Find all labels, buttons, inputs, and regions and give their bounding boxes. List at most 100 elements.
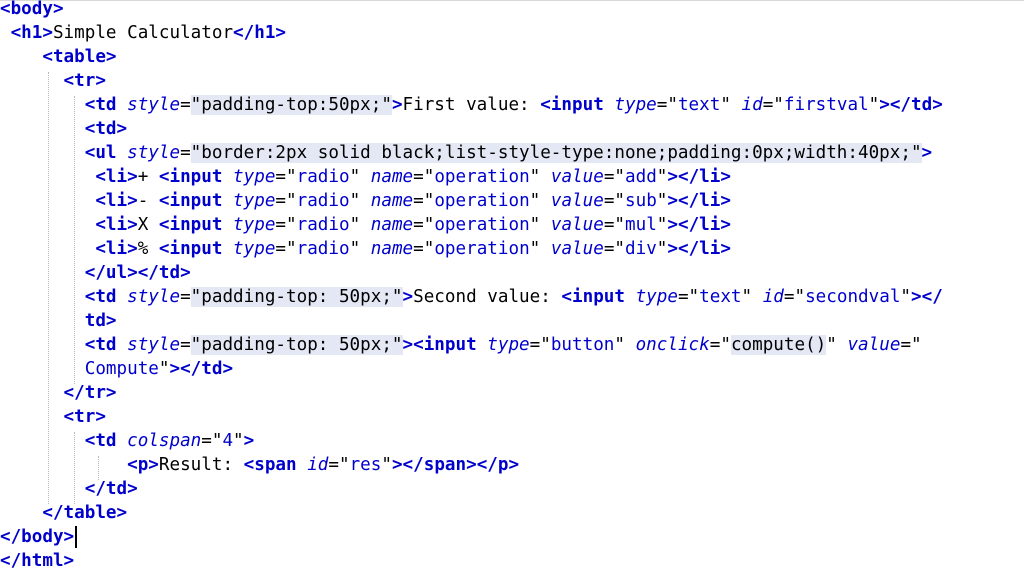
code-tag: <li> — [0, 167, 138, 187]
code-tag: <input — [158, 215, 234, 235]
code-text: =" — [275, 239, 297, 259]
code-value: operation — [434, 191, 530, 211]
code-text: " — [349, 167, 371, 187]
code-tag: ></li> — [667, 167, 731, 187]
code-tag: td> — [0, 311, 117, 331]
code-tag: <input — [158, 191, 234, 211]
code-line[interactable]: </html> — [0, 549, 74, 573]
code-tag: </td> — [0, 479, 138, 499]
code-line[interactable]: <tr> — [0, 69, 106, 93]
code-attribute: id — [762, 287, 784, 307]
code-value: 4 — [222, 431, 234, 451]
code-tag: </table> — [0, 503, 128, 523]
code-tag: <li> — [0, 215, 138, 235]
code-tag: <body> — [0, 0, 64, 19]
code-tag: ></td> — [169, 359, 234, 379]
code-tag: ></td> — [879, 95, 943, 115]
code-attribute: style — [127, 335, 181, 355]
code-line[interactable]: <td colspan="4"> — [0, 429, 255, 453]
code-line[interactable]: <li>+ <input type="radio" name="operatio… — [0, 165, 731, 189]
code-text: " — [158, 359, 170, 379]
code-line[interactable]: </tr> — [0, 381, 117, 405]
code-tag: <ul — [0, 143, 128, 163]
code-text: =" — [709, 335, 731, 355]
code-attribute: id — [741, 95, 763, 115]
code-text: =" — [413, 191, 435, 211]
code-attribute: style — [127, 287, 181, 307]
code-value: sub — [625, 191, 657, 211]
code-tag: </html> — [0, 551, 75, 571]
code-tag: ></li> — [667, 239, 731, 259]
code-value: text — [677, 95, 721, 115]
code-attribute: type — [487, 335, 530, 355]
code-text: " — [720, 95, 742, 115]
code-tag: <input — [540, 95, 615, 115]
code-line[interactable]: td> — [0, 309, 117, 333]
code-attribute: style — [127, 143, 181, 163]
code-line[interactable]: <li>% <input type="radio" name="operatio… — [0, 237, 731, 261]
code-line[interactable]: <ul style="border:2px solid black;list-s… — [0, 141, 932, 165]
code-line[interactable]: <h1>Simple Calculator</h1> — [0, 21, 286, 45]
code-text: First value: — [402, 95, 541, 115]
code-text: = — [180, 143, 191, 163]
code-text: =" — [603, 191, 626, 211]
code-tag: <table> — [0, 47, 117, 67]
code-text: " — [656, 215, 668, 235]
code-text: - — [137, 191, 159, 211]
code-value: div — [625, 239, 657, 259]
code-line[interactable]: <p>Result: <span id="res"></span></p> — [0, 453, 519, 477]
code-line[interactable]: </td> — [0, 477, 138, 501]
code-line[interactable]: </ul></td> — [0, 261, 191, 285]
code-value: add — [625, 167, 657, 187]
code-text: " — [741, 287, 763, 307]
code-text: =" — [677, 287, 700, 307]
code-tag: ></span></p> — [391, 455, 520, 475]
code-line[interactable]: <tr> — [0, 405, 106, 429]
code-line[interactable]: </table> — [0, 501, 127, 525]
code-text: =" — [275, 215, 297, 235]
code-editor[interactable]: { "editor": { "lines": [ [["tag","<body>… — [0, 0, 1024, 574]
code-text: =" — [783, 287, 806, 307]
code-tag: > — [402, 335, 414, 355]
code-line[interactable]: <td> — [0, 117, 127, 141]
code-attribute: type — [635, 287, 678, 307]
text-cursor — [75, 526, 77, 548]
code-line[interactable]: <body> — [0, 0, 64, 21]
code-line[interactable]: <td style="padding-top: 50px;">Second va… — [0, 285, 943, 309]
code-value: radio — [296, 239, 350, 259]
code-tag: </tr> — [0, 383, 117, 403]
code-value: operation — [434, 215, 530, 235]
code-tag: <li> — [0, 191, 138, 211]
code-tag: <input — [561, 287, 636, 307]
code-text: " — [349, 191, 371, 211]
code-text: " — [868, 95, 880, 115]
code-text: Result: — [158, 455, 244, 475]
code-tag: </ul></td> — [0, 263, 191, 283]
code-text: " — [826, 335, 848, 355]
code-text: =" — [603, 239, 626, 259]
code-tag: > — [243, 431, 255, 451]
code-text: = — [180, 287, 191, 307]
code-tag: <input — [158, 239, 234, 259]
code-text: X — [137, 215, 159, 235]
code-line[interactable]: </body> — [0, 525, 77, 549]
code-line[interactable]: <td style="padding-top: 50px;"><input ty… — [0, 333, 922, 357]
code-tag: ></li> — [667, 191, 731, 211]
code-value: radio — [296, 215, 350, 235]
code-text: " — [656, 239, 668, 259]
code-line[interactable]: <li>X <input type="radio" name="operatio… — [0, 213, 731, 237]
code-line[interactable]: <li>- <input type="radio" name="operatio… — [0, 189, 731, 213]
code-attribute: type — [233, 215, 276, 235]
code-line[interactable]: <td style="padding-top:50px;">First valu… — [0, 93, 943, 117]
code-text: =" — [413, 215, 435, 235]
code-text: + — [137, 167, 159, 187]
code-attribute: type — [233, 167, 276, 187]
code-tag: <input — [158, 167, 234, 187]
code-tag: <td — [0, 287, 128, 307]
code-line[interactable]: <table> — [0, 45, 117, 69]
code-line[interactable]: Compute"></td> — [0, 357, 233, 381]
code-value: radio — [296, 167, 350, 187]
code-value: operation — [434, 239, 530, 259]
code-text: " — [614, 335, 636, 355]
code-attribute: name — [370, 239, 414, 259]
